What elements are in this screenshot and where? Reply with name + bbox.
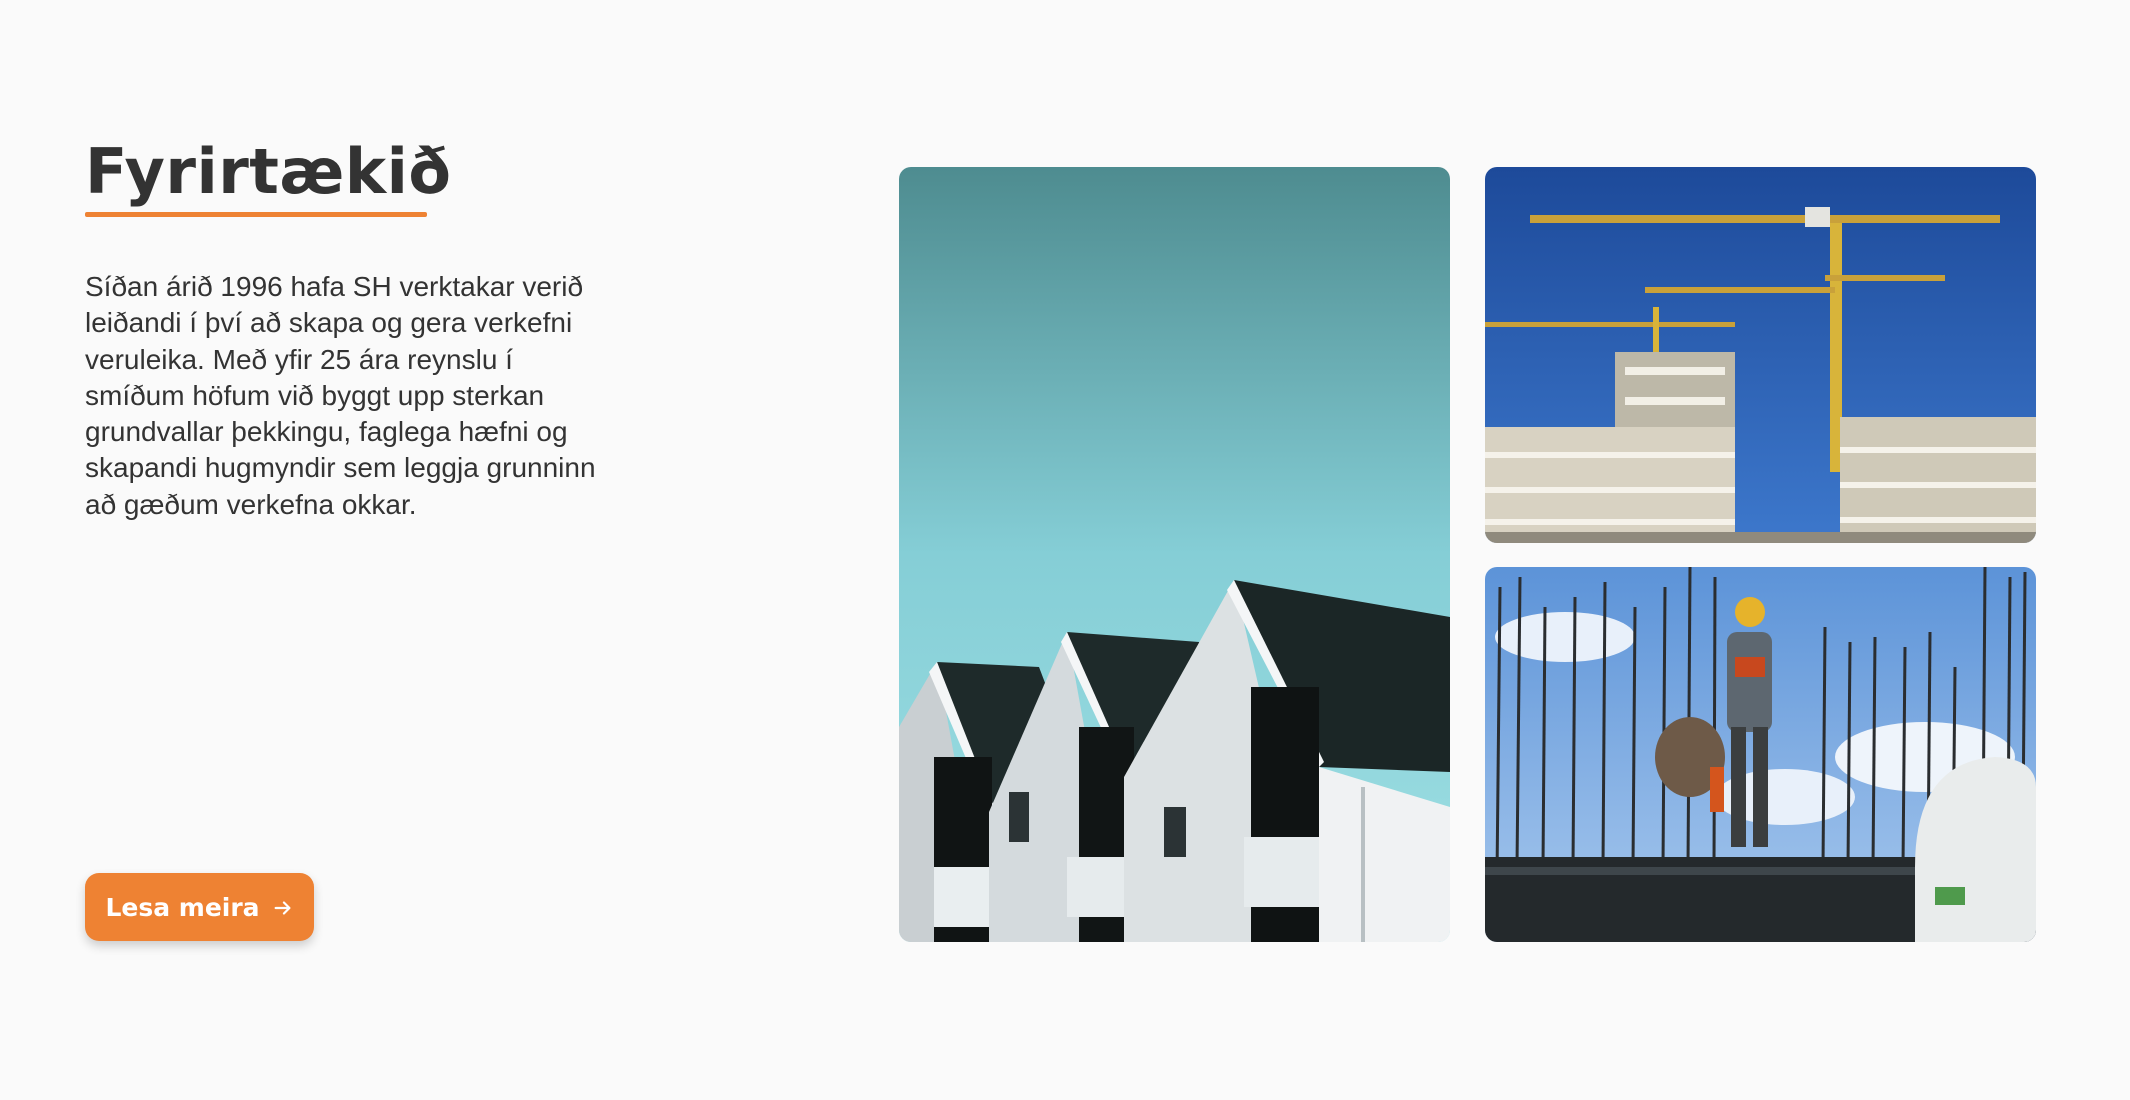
workers-photo (1485, 567, 2036, 942)
houses-photo (899, 167, 1450, 942)
cranes-photo (1485, 167, 2036, 543)
read-more-button[interactable]: Lesa meira (85, 873, 314, 941)
section-title: Fyrirtækið (85, 135, 452, 208)
intro-section: Fyrirtækið Síðan árið 1996 hafa SH verkt… (85, 136, 645, 523)
read-more-label: Lesa meira (105, 892, 260, 922)
arrow-right-icon (272, 896, 294, 918)
section-description: Síðan árið 1996 hafa SH verktakar verið … (85, 271, 596, 520)
title-underline (85, 212, 427, 217)
